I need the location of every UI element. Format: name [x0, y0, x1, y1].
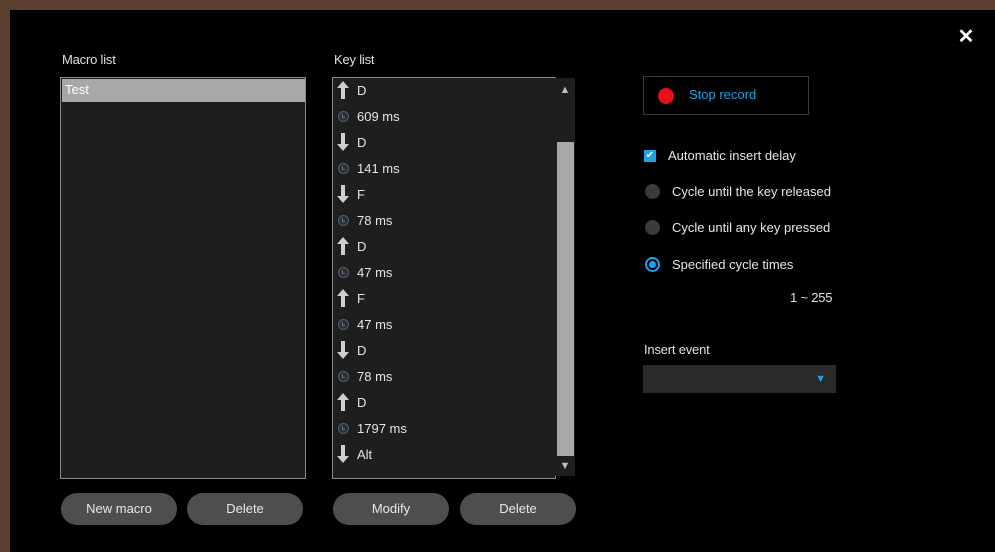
arrow-up-icon: [335, 288, 351, 308]
key-list-title: Key list: [334, 52, 375, 67]
key-list-item[interactable]: 47 ms: [335, 312, 392, 336]
key-list-item-label: D: [357, 134, 367, 150]
auto-delay-checkbox[interactable]: ✔ Automatic insert delay: [644, 148, 796, 164]
key-list-item-label: D: [357, 82, 367, 98]
key-list-item-label: D: [357, 342, 367, 358]
key-list-item-label: D: [357, 394, 367, 410]
cycle-released-radio[interactable]: Cycle until the key released: [644, 184, 831, 200]
scroll-thumb[interactable]: [557, 142, 574, 456]
new-macro-button[interactable]: New macro: [61, 493, 177, 525]
insert-event-title: Insert event: [644, 342, 710, 357]
stop-record-label: Stop record: [689, 87, 757, 102]
arrow-up-icon: [335, 392, 351, 412]
macro-list-title: Macro list: [62, 52, 116, 67]
modify-button[interactable]: Modify: [333, 493, 449, 525]
key-list-item-label: 609 ms: [357, 108, 400, 124]
cycle-released-label: Cycle until the key released: [672, 184, 831, 199]
radio-off-icon: [645, 220, 660, 235]
cycle-range-label: 1 ~ 255: [790, 290, 833, 305]
key-list-item[interactable]: D: [335, 78, 366, 102]
checkmark-icon: ✔: [644, 150, 656, 162]
clock-icon: [335, 210, 351, 230]
macro-list-item[interactable]: Test: [62, 79, 305, 102]
key-list-item-label: D: [357, 238, 367, 254]
clock-icon: [335, 314, 351, 334]
key-list-item[interactable]: D: [335, 338, 366, 362]
delete-key-button[interactable]: Delete: [460, 493, 576, 525]
key-list-item-label: F: [357, 290, 365, 306]
key-list-item[interactable]: F: [335, 182, 365, 206]
scroll-down-icon[interactable]: ▼: [555, 456, 575, 476]
close-icon[interactable]: ✕: [957, 27, 975, 47]
radio-on-icon: [645, 257, 660, 272]
key-list-item-label: F: [357, 186, 365, 202]
clock-icon: [335, 366, 351, 386]
arrow-up-icon: [335, 236, 351, 256]
key-list-item-label: 78 ms: [357, 368, 393, 384]
key-list-scrollbar[interactable]: ▲ ▼: [555, 78, 575, 476]
record-dot-icon: [658, 88, 674, 104]
key-list-item-label: 141 ms: [357, 160, 400, 176]
key-list-item[interactable]: 78 ms: [335, 364, 392, 388]
clock-icon: [335, 418, 351, 438]
clock-icon: [335, 106, 351, 126]
key-list-item[interactable]: D: [335, 130, 366, 154]
key-list-item[interactable]: 1797 ms: [335, 416, 407, 440]
arrow-down-icon: [335, 132, 351, 152]
key-list-panel[interactable]: Alt 1797 ms D 78 ms D 47 ms F 47 ms D 78 ms F 141 m…: [332, 77, 575, 479]
arrow-down-icon: [335, 444, 351, 464]
macro-list-panel[interactable]: Test: [60, 77, 306, 479]
key-list-item[interactable]: Alt: [335, 442, 372, 466]
specified-cycle-label: Specified cycle times: [672, 257, 794, 272]
cycle-any-radio[interactable]: Cycle until any key pressed: [644, 220, 830, 236]
key-list-item-label: Alt: [357, 446, 373, 462]
clock-icon: [335, 262, 351, 282]
chevron-down-icon: ▼: [815, 373, 826, 385]
key-list-item[interactable]: 47 ms: [335, 260, 392, 284]
key-list-item[interactable]: 609 ms: [335, 104, 400, 128]
clock-icon: [335, 158, 351, 178]
key-list-item-label: 47 ms: [357, 316, 393, 332]
key-list-item-label: 78 ms: [357, 212, 393, 228]
arrow-down-icon: [335, 340, 351, 360]
key-list-item[interactable]: D: [335, 390, 366, 414]
scroll-up-icon[interactable]: ▲: [555, 80, 575, 100]
key-list-item[interactable]: 78 ms: [335, 208, 392, 232]
key-list-item-label: 1797 ms: [357, 420, 407, 436]
key-list-item[interactable]: F: [335, 286, 365, 310]
radio-off-icon: [645, 184, 660, 199]
insert-event-select[interactable]: ▼: [643, 365, 836, 393]
delete-macro-button[interactable]: Delete: [187, 493, 303, 525]
cycle-any-label: Cycle until any key pressed: [672, 220, 831, 235]
auto-delay-label: Automatic insert delay: [668, 148, 796, 163]
key-list-item[interactable]: 141 ms: [335, 156, 400, 180]
key-list-item[interactable]: D: [335, 234, 366, 258]
stop-record-button[interactable]: Stop record: [643, 76, 809, 115]
key-list-item-label: 47 ms: [357, 264, 393, 280]
specified-cycle-radio[interactable]: Specified cycle times: [644, 257, 793, 273]
arrow-down-icon: [335, 184, 351, 204]
arrow-up-icon: [335, 80, 351, 100]
